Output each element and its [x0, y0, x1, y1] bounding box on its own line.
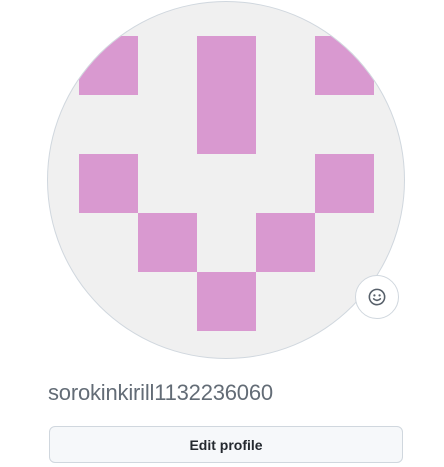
- identicon-cell: [79, 36, 138, 95]
- identicon-cell: [138, 213, 197, 272]
- set-status-button[interactable]: [355, 275, 399, 319]
- smiley-icon: [368, 288, 386, 306]
- edit-profile-button[interactable]: Edit profile: [49, 426, 403, 463]
- identicon-cell: [315, 154, 374, 213]
- identicon-cell: [79, 154, 138, 213]
- identicon-cell: [256, 213, 315, 272]
- identicon-cell: [197, 36, 256, 95]
- identicon-cell: [315, 36, 374, 95]
- username: sorokinkirill1132236060: [48, 380, 273, 405]
- identicon-cell: [197, 272, 256, 331]
- identicon-cell: [197, 95, 256, 154]
- avatar: [48, 2, 404, 358]
